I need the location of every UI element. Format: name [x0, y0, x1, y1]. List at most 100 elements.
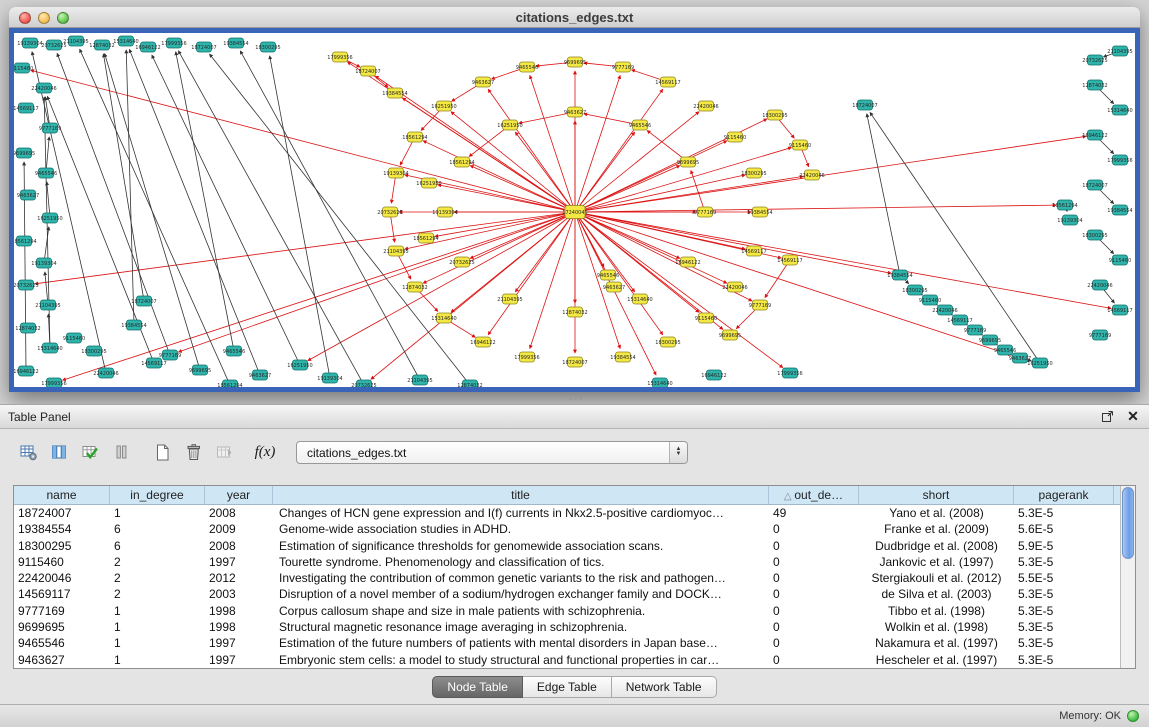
citation-edge-black[interactable] [80, 49, 230, 385]
citation-edge-black[interactable] [178, 51, 364, 385]
function-builder-icon[interactable]: f(x) [251, 439, 279, 465]
table-row[interactable]: 969969511998Structural magnetic resonanc… [14, 619, 1135, 635]
citation-edge-red[interactable] [515, 212, 575, 292]
column-header-short[interactable]: short [859, 486, 1014, 504]
table-cell[interactable]: 1 [110, 505, 205, 521]
table-cell[interactable]: 5.3E-5 [1014, 554, 1114, 570]
table-cell[interactable]: 9699695 [14, 619, 110, 635]
table-cell[interactable]: Hescheler et al. (1997) [859, 652, 1014, 668]
citation-edge-black[interactable] [152, 55, 300, 365]
table-cell[interactable]: Corpus callosum shape and size in male p… [273, 603, 769, 619]
table-cell[interactable]: Genome-wide association studies in ADHD. [273, 521, 769, 537]
table-cell[interactable]: Disruption of a novel member of a sodium… [273, 586, 769, 602]
citation-edge-red[interactable] [371, 212, 575, 379]
table-cell[interactable]: 1998 [205, 619, 273, 635]
table-cell[interactable]: 0 [769, 586, 859, 602]
citation-edge-black[interactable] [270, 56, 330, 378]
table-cell[interactable]: Tibbo et al. (1998) [859, 603, 1014, 619]
table-cell[interactable]: 1 [110, 603, 205, 619]
table-cell[interactable]: Stergiakouli et al. (2012) [859, 570, 1014, 586]
table-cell[interactable]: Investigating the contribution of common… [273, 570, 769, 586]
table-cell[interactable]: 19384554 [14, 521, 110, 537]
table-cell[interactable]: Yano et al. (2008) [859, 505, 1014, 521]
table-cell[interactable]: 0 [769, 570, 859, 586]
table-cell[interactable]: 9777169 [14, 603, 110, 619]
import-table-icon[interactable] [210, 439, 238, 465]
table-cell[interactable]: 0 [769, 635, 859, 651]
network-canvas[interactable]: 1724004519384554183002959115460224200461… [14, 33, 1135, 392]
table-cell[interactable]: 1 [110, 635, 205, 651]
table-cell[interactable]: 2009 [205, 521, 273, 537]
table-cell[interactable]: Embryonic stem cells: a model to study s… [273, 652, 769, 668]
table-row[interactable]: 946362711997Embryonic stem cells: a mode… [14, 652, 1135, 668]
table-cell[interactable]: 5.9E-5 [1014, 538, 1114, 554]
delete-columns-icon[interactable] [107, 439, 135, 465]
table-cell[interactable]: de Silva et al. (2003) [859, 586, 1014, 602]
citation-edge-red[interactable] [575, 136, 1086, 212]
citation-edge-black[interactable] [867, 114, 900, 275]
show-columns-icon[interactable] [45, 439, 73, 465]
table-cell[interactable]: 2 [110, 586, 205, 602]
table-row[interactable]: 946554611997Estimation of the future num… [14, 635, 1135, 651]
table-cell[interactable]: 2 [110, 554, 205, 570]
citation-edge-red[interactable] [31, 70, 575, 212]
table-cell[interactable]: 2012 [205, 570, 273, 586]
table-cell[interactable]: 5.6E-5 [1014, 521, 1114, 537]
citation-edge-black[interactable] [47, 182, 50, 218]
citation-edge-red[interactable] [575, 132, 635, 212]
table-row[interactable]: 1938455462009Genome-wide association stu… [14, 521, 1135, 537]
panel-resize-handle[interactable] [566, 395, 584, 402]
citation-edge-red[interactable] [691, 171, 705, 212]
window-titlebar[interactable]: citations_edges.txt [9, 7, 1140, 28]
table-cell[interactable]: 9465546 [14, 635, 110, 651]
close-panel-icon[interactable]: ✕ [1123, 408, 1143, 426]
memory-status-indicator[interactable] [1127, 710, 1139, 722]
table-cell[interactable]: 9115460 [14, 554, 110, 570]
citation-edge-red[interactable] [575, 76, 620, 212]
tab-edge-table[interactable]: Edge Table [523, 676, 612, 698]
citation-edge-red[interactable] [530, 76, 575, 212]
citation-edge-red[interactable] [765, 260, 790, 298]
table-cell[interactable]: 6 [110, 521, 205, 537]
table-cell[interactable]: 9463627 [14, 652, 110, 668]
citation-edge-red[interactable] [405, 212, 575, 249]
tab-node-table[interactable]: Node Table [432, 676, 523, 698]
table-cell[interactable]: 2 [110, 570, 205, 586]
table-cell[interactable]: 2003 [205, 586, 273, 602]
table-row[interactable]: 1456911722003Disruption of a novel membe… [14, 586, 1135, 602]
table-cell[interactable]: 2008 [205, 505, 273, 521]
citation-edge-red[interactable] [423, 212, 575, 283]
column-header-in_degree[interactable]: in_degree [110, 486, 205, 504]
table-cell[interactable]: Franke et al. (2009) [859, 521, 1014, 537]
table-cell[interactable]: 0 [769, 652, 859, 668]
citation-edge-red[interactable] [575, 212, 656, 375]
table-cell[interactable]: 1997 [205, 635, 273, 651]
citation-edge-red[interactable] [575, 205, 1056, 212]
citation-edge-red[interactable] [488, 89, 575, 212]
table-cell[interactable]: Estimation of significance thresholds fo… [273, 538, 769, 554]
table-cell[interactable]: 1998 [205, 603, 273, 619]
tab-network-table[interactable]: Network Table [612, 676, 717, 698]
citation-edge-black[interactable] [32, 52, 106, 373]
table-cell[interactable]: 1 [110, 619, 205, 635]
table-cell[interactable]: 5.3E-5 [1014, 635, 1114, 651]
table-row[interactable]: 1872400712008Changes of HCN gene express… [14, 505, 1135, 521]
new-table-icon[interactable] [148, 439, 176, 465]
table-cell[interactable]: 1 [110, 652, 205, 668]
table-cell[interactable]: Estimation of the future numbers of pati… [273, 635, 769, 651]
table-cell[interactable]: 0 [769, 619, 859, 635]
citation-edge-red[interactable] [575, 89, 663, 212]
table-cell[interactable]: Dudbridge et al. (2008) [859, 538, 1014, 554]
table-cell[interactable]: Wolkin et al. (1998) [859, 619, 1014, 635]
citation-edge-red[interactable] [575, 212, 1111, 308]
table-cell[interactable]: 5.3E-5 [1014, 619, 1114, 635]
table-cell[interactable]: 5.3E-5 [1014, 652, 1114, 668]
table-cell[interactable]: Nakamura et al. (1997) [859, 635, 1014, 651]
delete-table-icon[interactable] [179, 439, 207, 465]
table-mode-icon[interactable] [14, 439, 42, 465]
table-selector[interactable]: citations_edges.txt ▲▼ [296, 441, 688, 464]
table-cell[interactable]: Jankovic et al. (1997) [859, 554, 1014, 570]
table-cell[interactable]: 0 [769, 554, 859, 570]
column-header-name[interactable]: name [14, 486, 110, 504]
table-cell[interactable]: 2008 [205, 538, 273, 554]
